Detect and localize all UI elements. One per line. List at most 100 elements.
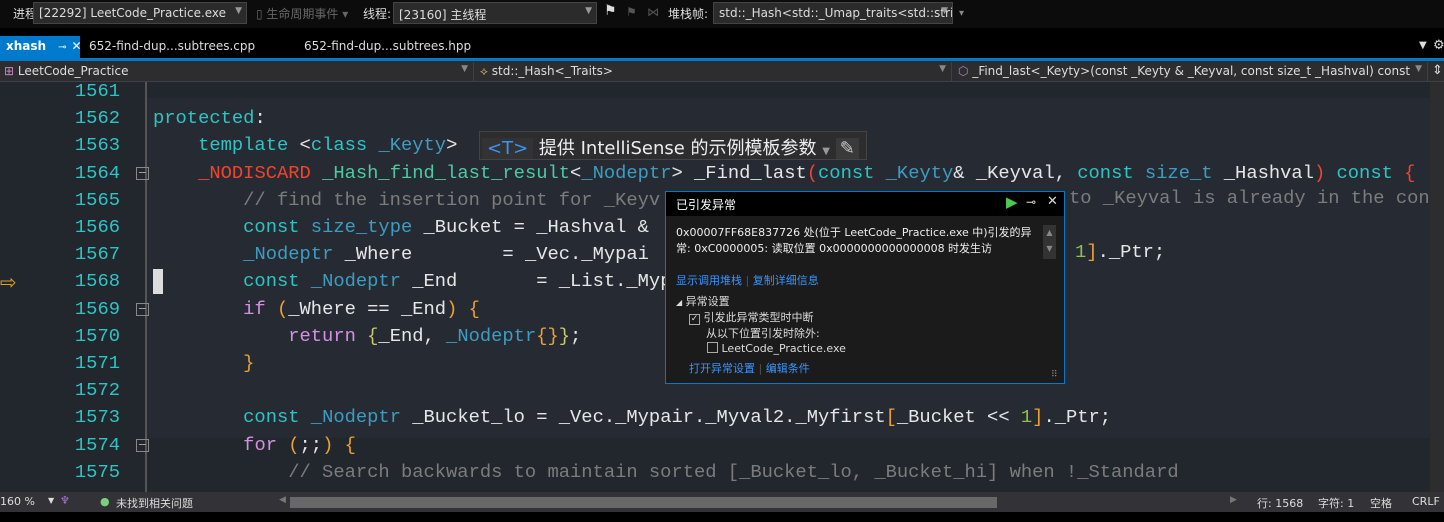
code-line: // Search backwards to maintain sorted [… bbox=[153, 460, 1179, 483]
tab-hpp[interactable]: 652-find-dup...subtrees.hpp bbox=[298, 36, 477, 58]
code-token: _Hash_find_last_result bbox=[310, 161, 571, 184]
code-line: } bbox=[153, 352, 254, 374]
collapse-icon[interactable]: − bbox=[136, 303, 149, 316]
line-indicator[interactable]: 行: 1568 bbox=[1257, 495, 1303, 511]
open-exception-settings-link[interactable]: 打开异常设置 bbox=[689, 362, 755, 375]
edit-conditions-link[interactable]: 编辑条件 bbox=[766, 362, 810, 375]
code-token: const bbox=[818, 161, 886, 184]
exception-footer-links: 打开异常设置 | 编辑条件 bbox=[689, 362, 810, 375]
intellicode-icon[interactable]: ♆ bbox=[60, 494, 70, 507]
exception-message: 0x00007FF68E837726 处(位于 LeetCode_Practic… bbox=[676, 226, 1032, 255]
code-text: 1]._Ptr; bbox=[1075, 241, 1166, 263]
code-line: return {_End, _Nodeptr{}}; bbox=[153, 325, 581, 347]
copy-details-link[interactable]: 复制详细信息 bbox=[753, 274, 819, 287]
code-token: size_type bbox=[310, 216, 413, 238]
code-token: _Where == _End bbox=[288, 297, 447, 320]
code-token: & _Keyval, bbox=[953, 161, 1078, 184]
resize-grip-icon[interactable]: ⠿ bbox=[1051, 370, 1058, 380]
process-dropdown[interactable]: [22292] LeetCode_Practice.exe ▼ bbox=[33, 2, 247, 24]
show-threads-icon[interactable]: ⋈ bbox=[647, 5, 659, 19]
outline-margin bbox=[145, 82, 147, 492]
whitespace-indicator[interactable]: 空格 bbox=[1370, 495, 1392, 511]
code-line: template <class _Keyty> bbox=[153, 134, 457, 156]
tab-xhash[interactable]: xhash ⊸ ✕ bbox=[0, 36, 82, 58]
chevron-down-icon[interactable]: ▼ bbox=[48, 496, 54, 505]
char-indicator[interactable]: 字符: 1 bbox=[1318, 495, 1354, 511]
line-number: 1563 bbox=[74, 134, 120, 157]
code-text: ._Ptr; bbox=[1097, 241, 1166, 263]
code-token: _Nodeptr bbox=[310, 270, 401, 293]
close-icon[interactable]: ✕ bbox=[1047, 194, 1058, 209]
project-name: LeetCode_Practice bbox=[17, 64, 129, 78]
checkbox-label: LeetCode_Practice.exe bbox=[721, 342, 846, 355]
issues-status[interactable]: 未找到相关问题 bbox=[116, 495, 193, 511]
chevron-down-icon[interactable]: ▼ bbox=[822, 146, 830, 157]
code-token: < bbox=[299, 134, 311, 157]
show-call-stack-link[interactable]: 显示调用堆栈 bbox=[676, 274, 742, 287]
tab-list-icon[interactable]: ▼ bbox=[1419, 40, 1427, 51]
break-when-thrown-checkbox[interactable]: ✓ 引发此异常类型时中断 bbox=[689, 309, 814, 325]
code-token: template bbox=[153, 134, 300, 157]
vertical-scrollbar[interactable] bbox=[1430, 82, 1444, 492]
zoom-level[interactable]: 160 % bbox=[0, 495, 35, 508]
code-token: _Where = _Vec._Mypai bbox=[333, 243, 649, 266]
module-checkbox[interactable]: LeetCode_Practice.exe bbox=[707, 342, 846, 355]
code-token: _Bucket_lo = _Vec._Mypair._Myval2._Myfir… bbox=[400, 406, 886, 429]
code-token: size_t bbox=[1144, 161, 1213, 184]
code-token: _NODISCARD bbox=[198, 161, 311, 184]
code-token: _Nodeptr bbox=[243, 243, 334, 266]
collapse-triangle-icon: ◢ bbox=[676, 298, 683, 307]
scope-dropdown[interactable]: ⟡ std::_Hash<_Traits> ▼ bbox=[476, 62, 952, 81]
scroll-left-icon[interactable]: ◀ bbox=[279, 495, 286, 505]
lifecycle-events-button[interactable]: ▯ 生命周期事件 ▾ bbox=[256, 5, 348, 22]
code-token: const bbox=[1325, 161, 1405, 184]
code-token: } bbox=[153, 352, 255, 374]
chevron-down-icon: ▼ bbox=[1415, 64, 1422, 74]
stackframe-dropdown[interactable]: std::_Hash<std::_Umap_traits<std::strir ▼ bbox=[713, 2, 953, 24]
line-number: 1569 bbox=[74, 297, 120, 320]
code-line: const _Nodeptr _Bucket_lo = _Vec._Mypair… bbox=[153, 406, 1111, 428]
tab-label: 652-find-dup...subtrees.cpp bbox=[89, 39, 256, 53]
project-dropdown[interactable]: ⊞ LeetCode_Practice ▼ bbox=[0, 62, 474, 81]
scroll-right-icon[interactable]: ▶ bbox=[1230, 495, 1237, 505]
code-token: // Search backwards to maintain sorted [… bbox=[153, 460, 1179, 483]
split-icon[interactable]: ⇕ bbox=[1432, 63, 1443, 78]
collapse-icon[interactable]: − bbox=[136, 439, 149, 452]
pencil-icon[interactable]: ✎ bbox=[835, 138, 859, 159]
code-token: [ bbox=[885, 406, 897, 429]
document-tabs: xhash ⊸ ✕ 652-find-dup...subtrees.cpp 652-… bbox=[0, 36, 1444, 58]
code-token: { bbox=[355, 324, 379, 347]
flag-icon[interactable]: ⚑ bbox=[604, 3, 617, 19]
tab-cpp[interactable]: 652-find-dup...subtrees.cpp bbox=[83, 36, 261, 58]
exception-settings-toggle[interactable]: ◢ 异常设置 bbox=[676, 293, 730, 309]
code-line: const _Nodeptr _End = _List._Mypa bbox=[153, 270, 683, 292]
message-scrollbar[interactable]: ▲ ▼ bbox=[1043, 225, 1056, 259]
code-token: > bbox=[446, 134, 458, 157]
line-number: 1568 bbox=[74, 270, 120, 293]
intellisense-template-bar[interactable]: <T> 提供 IntelliSense 的示例模板参数 ▼ ✎ bbox=[479, 131, 867, 160]
code-token: _Nodeptr bbox=[581, 161, 672, 184]
code-token: { bbox=[457, 297, 480, 320]
pin-icon[interactable]: ⊸ bbox=[58, 42, 66, 53]
pin-icon[interactable]: ⊸ bbox=[1026, 195, 1036, 209]
settings-gear-icon[interactable]: ⚙ bbox=[1433, 38, 1444, 53]
thread-dropdown[interactable]: [23160] 主线程 ▼ bbox=[393, 2, 597, 24]
close-icon[interactable]: ✕ bbox=[71, 39, 81, 53]
collapse-icon[interactable]: − bbox=[136, 167, 149, 180]
exception-dialog: 已引发异常 ▶ ⊸ ✕ 0x00007FF68E837726 处(位于 Leet… bbox=[665, 191, 1065, 384]
code-token: class bbox=[310, 134, 379, 157]
code-token: ; bbox=[570, 324, 582, 347]
code-token: ( bbox=[265, 297, 289, 320]
eol-indicator[interactable]: CRLF bbox=[1412, 495, 1440, 508]
code-token: _Hashval bbox=[1212, 161, 1314, 184]
code-line: for (;;) { bbox=[153, 434, 356, 456]
toolbar-overflow-icon[interactable]: ▾ bbox=[959, 8, 964, 19]
horizontal-scrollbar-thumb[interactable] bbox=[290, 497, 997, 508]
code-token: } bbox=[558, 324, 571, 347]
flag-threads-icon[interactable]: ⚑ bbox=[626, 5, 637, 19]
lifecycle-label: 生命周期事件 bbox=[266, 7, 339, 21]
continue-play-icon[interactable]: ▶ bbox=[1006, 193, 1018, 211]
member-dropdown[interactable]: ⬡ _Find_last<_Keyty>(const _Keyty & _Key… bbox=[954, 62, 1428, 81]
